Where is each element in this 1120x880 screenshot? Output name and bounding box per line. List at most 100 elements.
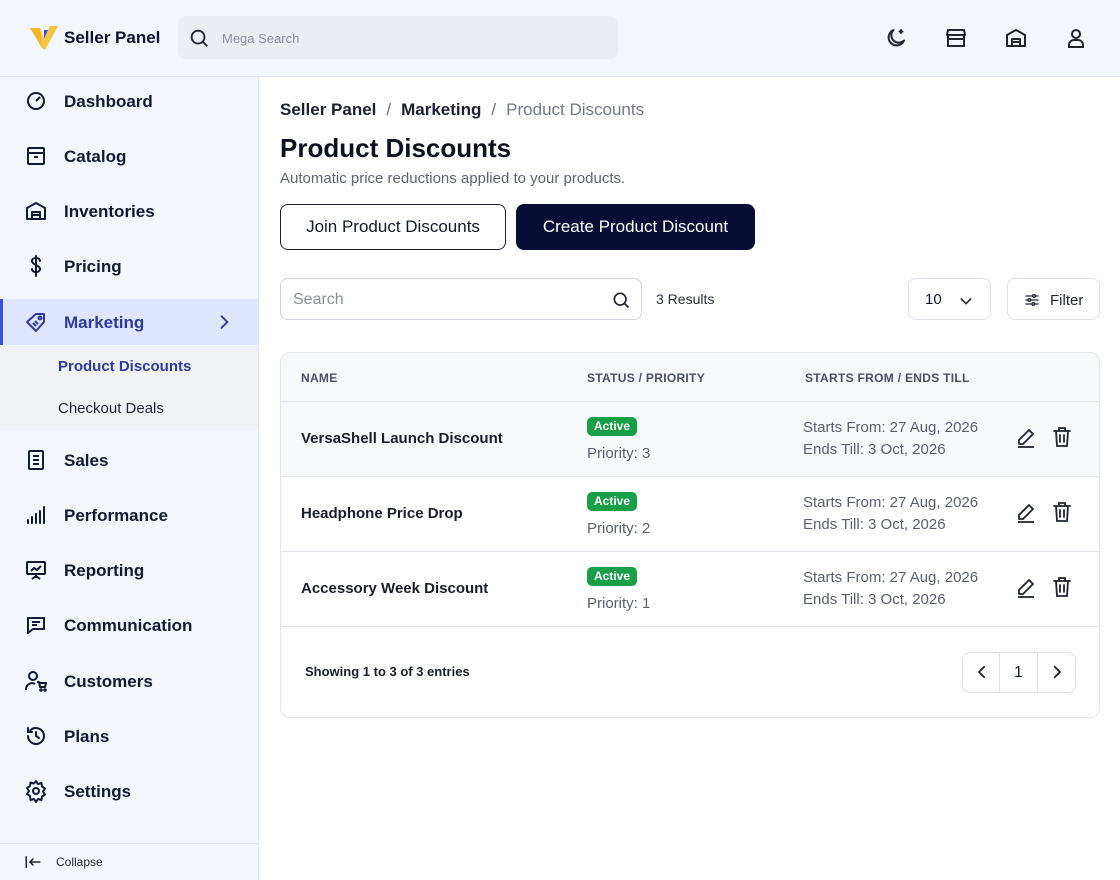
sidebar-item-label: Pricing	[64, 257, 122, 276]
search-icon	[613, 292, 630, 309]
message-icon	[27, 617, 45, 634]
edit-icon[interactable]	[1014, 425, 1038, 449]
edit-icon[interactable]	[1014, 500, 1038, 524]
table-header: NAME STATUS / PRIORITY STARTS FROM / END…	[281, 353, 1099, 402]
submenu-checkout-deals[interactable]: Checkout Deals	[58, 400, 164, 417]
sidebar-item-label: Inventories	[64, 202, 155, 221]
priority-value: Priority: 1	[587, 595, 651, 612]
trash-icon[interactable]	[1050, 425, 1074, 449]
priority-value: Priority: 3	[587, 445, 651, 462]
breadcrumb-marketing[interactable]: Marketing	[401, 100, 481, 119]
user-icon[interactable]	[1064, 26, 1088, 50]
sidebar-item-customers[interactable]: Customers	[0, 658, 258, 704]
prev-page-button[interactable]	[963, 653, 1000, 692]
sidebar-item-label: Reporting	[64, 561, 145, 580]
store-icon[interactable]	[944, 26, 968, 50]
sidebar-item-label: Marketing	[64, 313, 145, 332]
priority-value: Priority: 2	[587, 520, 651, 537]
sidebar-item-label: Communication	[64, 616, 193, 635]
presentation-icon	[26, 561, 46, 580]
per-page-value: 10	[925, 291, 942, 308]
discount-name: Headphone Price Drop	[301, 505, 463, 522]
starts-from: Starts From: 27 Aug, 2026	[803, 569, 979, 586]
table-search[interactable]	[280, 278, 642, 320]
pagination: 1	[962, 652, 1076, 693]
column-status-priority: STATUS / PRIORITY	[587, 371, 705, 385]
column-dates: STARTS FROM / ENDS TILL	[805, 371, 970, 385]
sidebar-item-settings[interactable]: Settings	[0, 768, 258, 814]
customer-cart-icon	[25, 671, 47, 692]
logo-icon	[30, 26, 58, 50]
table-search-input[interactable]	[293, 289, 603, 311]
discounts-table: NAME STATUS / PRIORITY STARTS FROM / END…	[280, 352, 1100, 718]
breadcrumb-separator: /	[386, 100, 392, 119]
sidebar-item-inventories[interactable]: Inventories	[0, 188, 258, 234]
top-bar: Seller Panel	[0, 0, 1120, 77]
warehouse-icon[interactable]	[1004, 26, 1028, 50]
sidebar-item-label: Sales	[64, 451, 109, 470]
results-count: 3 Results	[656, 291, 715, 307]
edit-icon[interactable]	[1014, 575, 1038, 599]
column-name: NAME	[301, 371, 338, 385]
sidebar-item-reporting[interactable]: Reporting	[0, 547, 258, 593]
marketing-submenu: Product Discounts Checkout Deals	[0, 346, 258, 430]
table-row: VersaShell Launch Discount Active Priori…	[281, 402, 1099, 477]
discount-name: Accessory Week Discount	[301, 580, 489, 597]
ticket-icon	[26, 313, 45, 332]
starts-from: Starts From: 27 Aug, 2026	[803, 419, 979, 436]
starts-from: Starts From: 27 Aug, 2026	[803, 494, 979, 511]
sidebar-item-performance[interactable]: Performance	[0, 492, 258, 538]
trash-icon[interactable]	[1050, 500, 1074, 524]
submenu-product-discounts[interactable]: Product Discounts	[58, 358, 191, 375]
box-icon	[27, 147, 45, 165]
chevron-right-icon	[1053, 665, 1062, 679]
page-title: Product Discounts	[280, 133, 512, 163]
chevron-left-icon	[977, 665, 986, 679]
join-product-discounts-button[interactable]: Join Product Discounts	[280, 204, 506, 250]
warehouse-icon	[26, 202, 46, 220]
brand-name: Seller Panel	[64, 28, 161, 47]
page-number-button[interactable]: 1	[1000, 653, 1038, 692]
sidebar-item-label: Dashboard	[64, 92, 153, 111]
breadcrumb-separator: /	[491, 100, 497, 119]
page-subtitle: Automatic price reductions applied to yo…	[280, 170, 626, 187]
sidebar-item-label: Plans	[64, 727, 110, 746]
moon-icon[interactable]	[884, 26, 908, 50]
filter-button[interactable]: Filter	[1007, 278, 1100, 320]
bar-chart-icon	[27, 506, 45, 524]
chevron-right-icon	[220, 315, 229, 329]
search-icon	[190, 29, 208, 47]
ends-till: Ends Till: 3 Oct, 2026	[803, 591, 946, 608]
mega-search-input[interactable]	[222, 27, 602, 49]
sidebar-item-dashboard[interactable]: Dashboard	[0, 78, 258, 124]
sidebar-item-catalog[interactable]: Catalog	[0, 133, 258, 179]
sidebar-item-pricing[interactable]: Pricing	[0, 243, 258, 289]
sidebar-item-communication[interactable]: Communication	[0, 602, 258, 648]
table-row: Accessory Week Discount Active Priority:…	[281, 552, 1099, 627]
history-icon	[27, 727, 45, 745]
sidebar-item-sales[interactable]: Sales	[0, 437, 258, 483]
per-page-select[interactable]: 10	[908, 278, 991, 320]
filter-label: Filter	[1050, 292, 1084, 309]
sidebar-item-plans[interactable]: Plans	[0, 713, 258, 759]
ends-till: Ends Till: 3 Oct, 2026	[803, 441, 946, 458]
sidebar-item-marketing[interactable]: Marketing	[0, 299, 258, 345]
sidebar-item-label: Settings	[64, 782, 132, 801]
status-badge: Active	[587, 492, 638, 511]
trash-icon[interactable]	[1050, 575, 1074, 599]
showing-entries: Showing 1 to 3 of 3 entries	[305, 664, 470, 679]
next-page-button[interactable]	[1038, 653, 1075, 692]
collapse-left-icon	[25, 856, 41, 868]
breadcrumb: Seller Panel / Marketing / Product Discounts	[280, 100, 644, 120]
status-badge: Active	[587, 567, 638, 586]
collapse-label: Collapse	[56, 855, 103, 869]
collapse-button[interactable]: Collapse	[0, 843, 258, 880]
table-row: Headphone Price Drop Active Priority: 2 …	[281, 477, 1099, 552]
sidebar-item-label: Catalog	[64, 147, 127, 166]
breadcrumb-seller-panel[interactable]: Seller Panel	[280, 100, 376, 119]
sidebar-item-label: Customers	[64, 672, 153, 691]
mega-search[interactable]	[178, 16, 618, 59]
sliders-icon	[1025, 294, 1039, 306]
chevron-down-icon	[960, 298, 972, 305]
create-product-discount-button[interactable]: Create Product Discount	[516, 204, 755, 250]
